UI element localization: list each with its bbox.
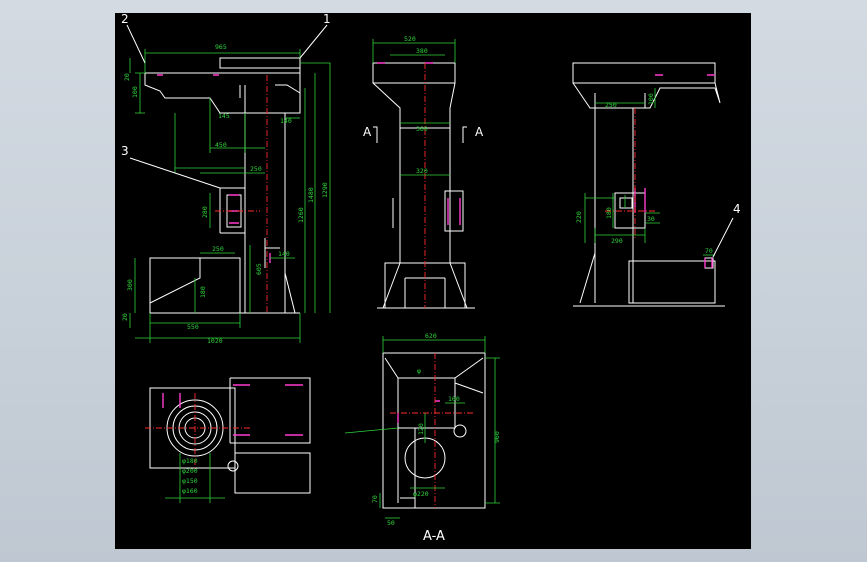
dim-phi180: φ180 <box>182 457 198 465</box>
cad-drawing-canvas[interactable]: 965 20 100 145 450 250 140 1260 1480 129… <box>115 13 751 549</box>
callout-4: 4 <box>733 202 741 216</box>
dim-1260: 1260 <box>297 207 305 223</box>
dim-450: 450 <box>215 141 227 149</box>
dim-100-sec: 100 <box>448 395 460 403</box>
section-title: A-A <box>423 529 445 544</box>
dim-100: 100 <box>131 86 139 98</box>
dim-550: 550 <box>187 323 199 331</box>
dim-50-sec: 50 <box>387 519 395 527</box>
dim-180-back: 180 <box>605 207 613 219</box>
dim-605: 605 <box>255 263 263 275</box>
dim-120-sec: 120 <box>417 423 425 435</box>
dim-70-back: 70 <box>705 247 713 255</box>
dim-20b: 20 <box>121 313 129 321</box>
dim-145: 145 <box>218 112 230 120</box>
dim-1480: 1480 <box>307 187 315 203</box>
front-view: 965 20 100 145 450 250 140 1260 1480 129… <box>121 24 331 345</box>
dim-360: 360 <box>416 125 428 133</box>
dim-250-back: 250 <box>605 101 617 109</box>
side-view: 520 380 360 320 A A <box>363 35 484 309</box>
dim-380: 380 <box>416 47 428 55</box>
dim-1290: 1290 <box>321 182 329 198</box>
drawing-sheet: 965 20 100 145 450 250 140 1260 1480 129… <box>121 13 741 544</box>
callout-2: 2 <box>121 13 129 26</box>
dim-phi: φ <box>417 367 421 375</box>
dim-phi150: φ150 <box>182 477 198 485</box>
dim-290-back: 290 <box>611 237 623 245</box>
dim-620: 620 <box>425 332 437 340</box>
dim-180: 180 <box>199 286 207 298</box>
dim-phi200: φ200 <box>182 467 198 475</box>
dim-300: 300 <box>126 279 134 291</box>
dim-phi220: φ220 <box>413 490 429 498</box>
dim-250b: 250 <box>212 245 224 253</box>
dim-320: 320 <box>416 167 428 175</box>
dim-520: 520 <box>404 35 416 43</box>
dim-140b: 140 <box>278 250 290 258</box>
back-view: 250 100 180 30 220 290 70 <box>572 62 734 307</box>
dim-1020: 1020 <box>207 337 223 345</box>
dim-100-back: 100 <box>647 93 655 105</box>
dim-phi160: φ160 <box>182 487 198 495</box>
callout-1: 1 <box>323 13 331 26</box>
dim-140: 140 <box>280 117 292 125</box>
callout-3: 3 <box>121 144 129 158</box>
dim-30-back: 30 <box>647 215 655 223</box>
dim-20: 20 <box>123 73 131 81</box>
dim-220-back: 220 <box>575 211 583 223</box>
dim-960: 960 <box>493 431 501 443</box>
section-view: 620 φ 100 120 960 φ220 70 50 A-A <box>344 332 501 544</box>
dim-70-sec: 70 <box>371 495 379 503</box>
dim-280: 280 <box>201 206 209 218</box>
dim-965: 965 <box>215 43 227 51</box>
section-mark-left: A <box>363 125 372 139</box>
plan-view: φ180 φ200 φ150 φ160 <box>145 377 311 503</box>
dim-250: 250 <box>250 165 262 173</box>
section-mark-right: A <box>475 125 484 139</box>
